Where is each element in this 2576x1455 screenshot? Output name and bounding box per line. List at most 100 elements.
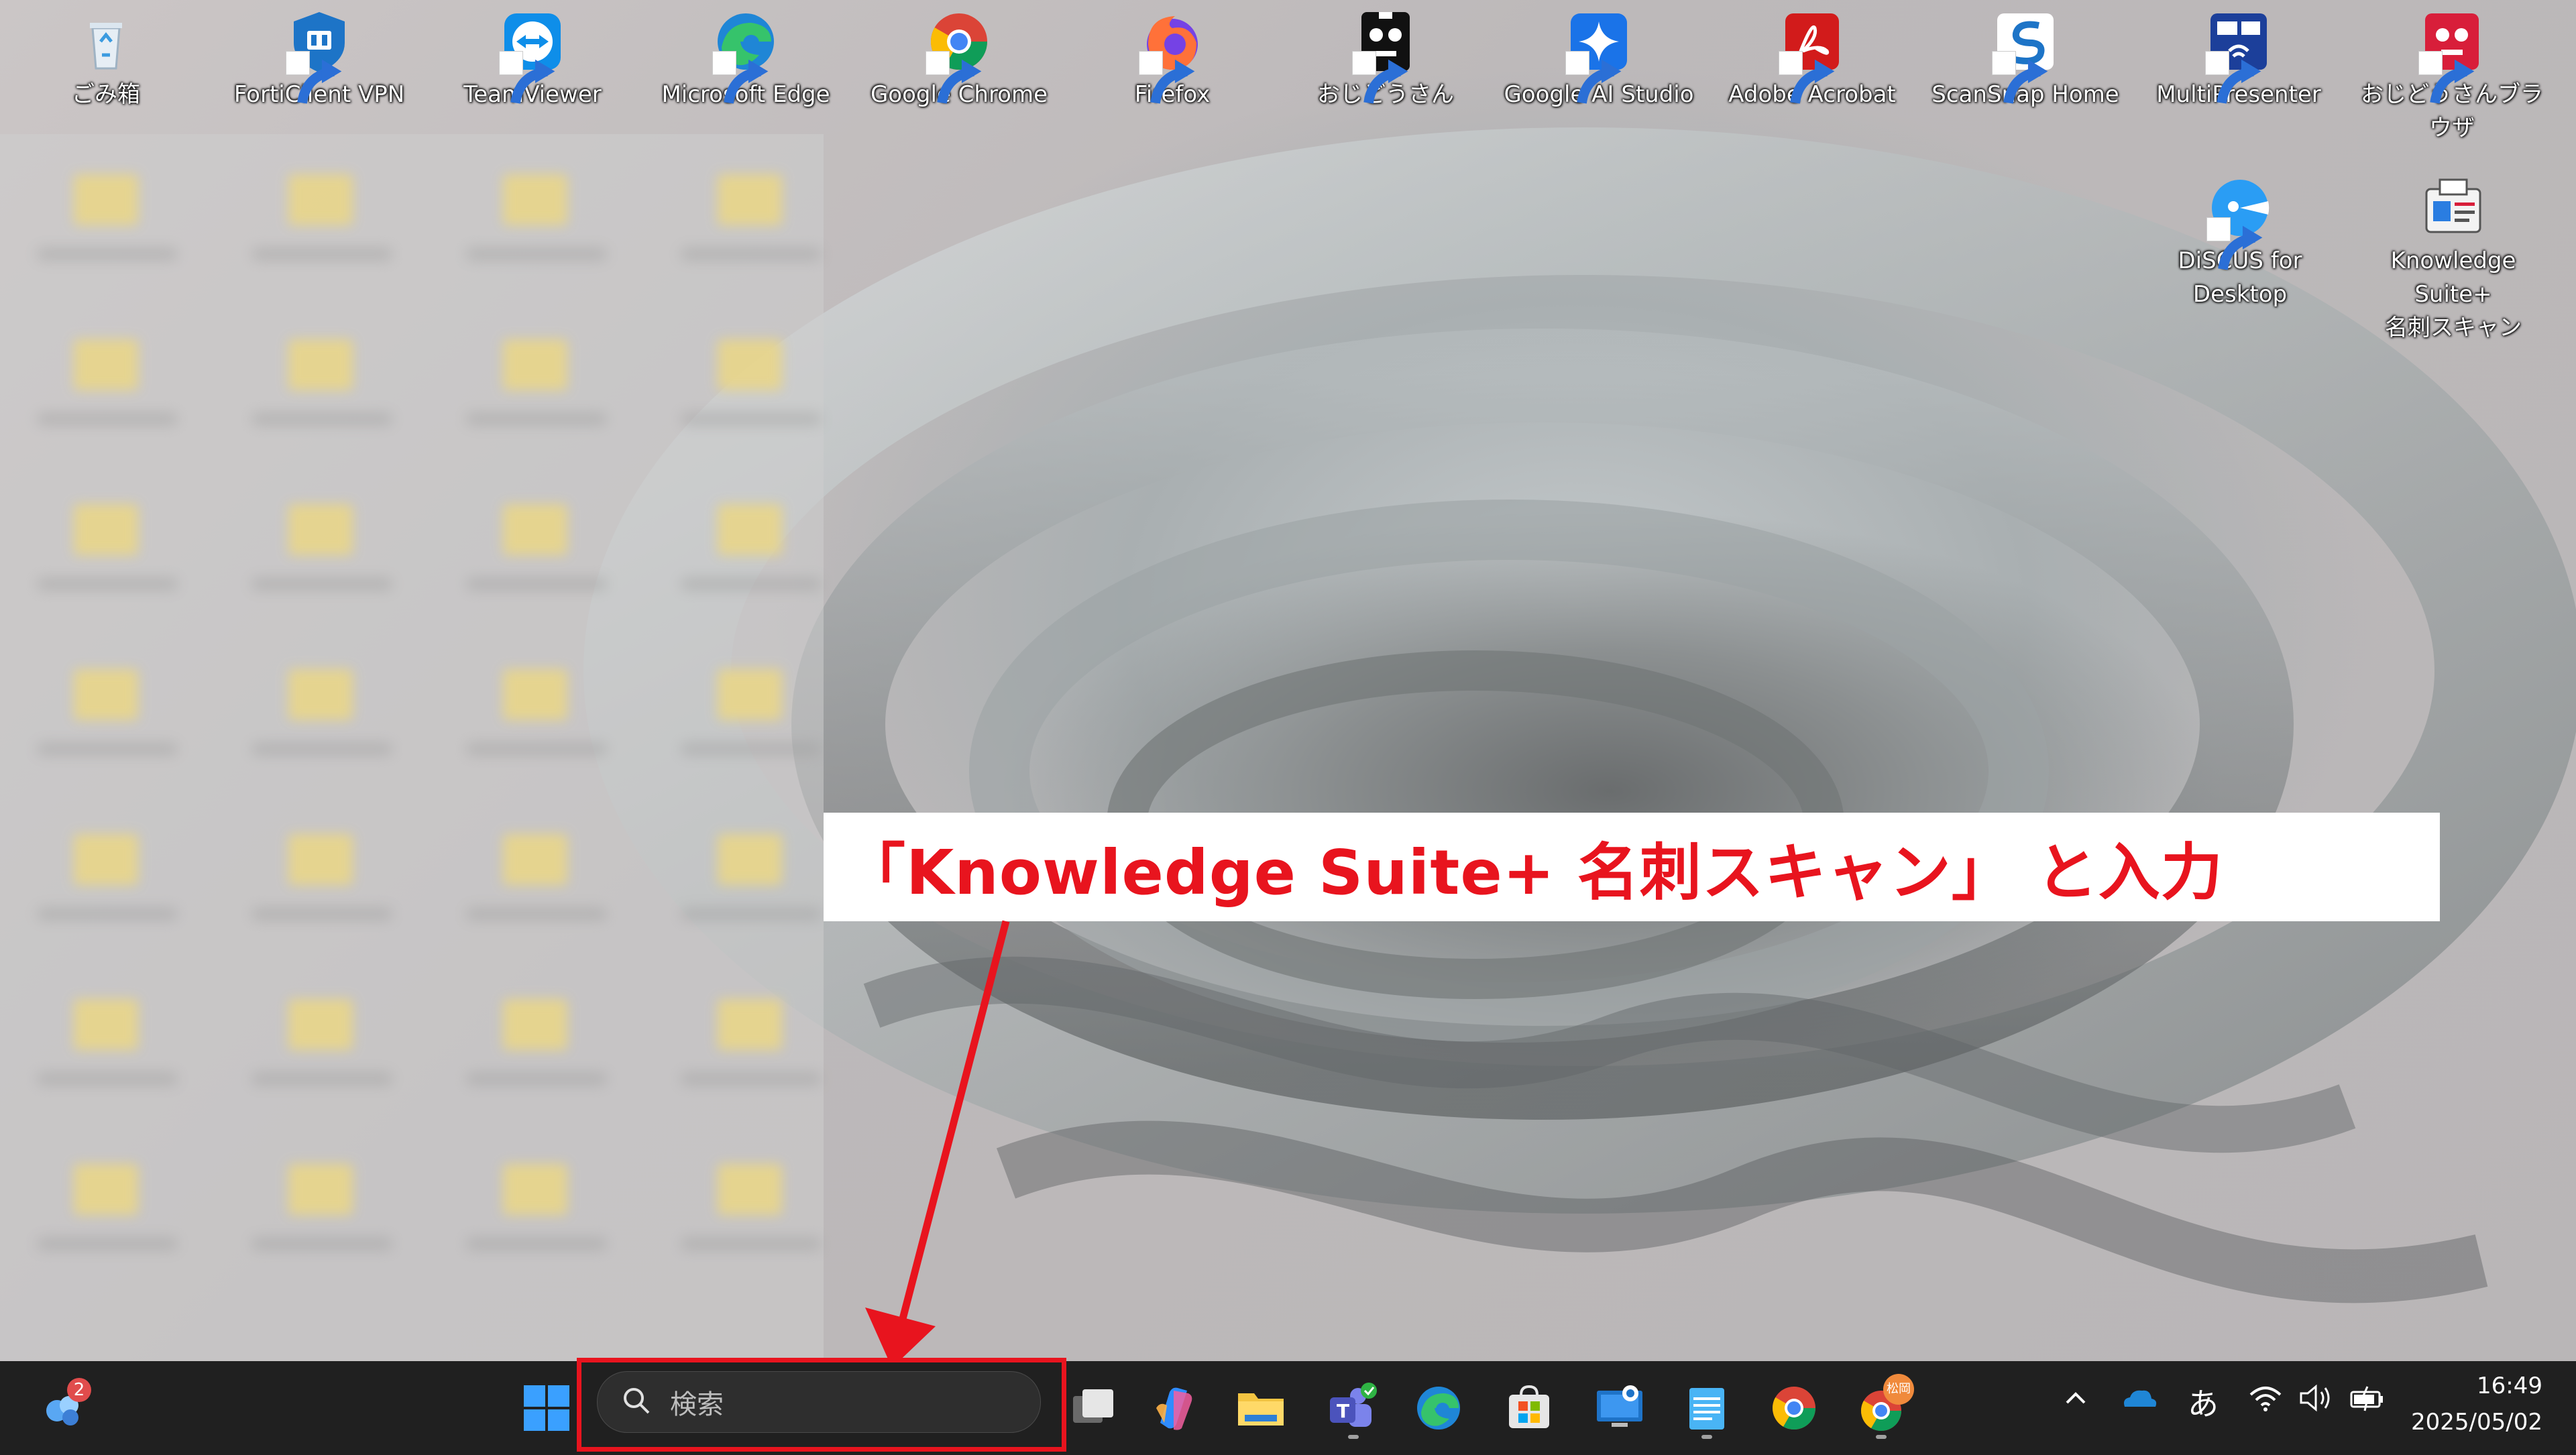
microsoft-store-icon[interactable]: [1499, 1378, 1559, 1438]
blurred-folder-label: [251, 413, 392, 425]
shortcut-arrow-icon: [1992, 51, 2048, 104]
knowledge-suite-meishi-scan-icon: [2420, 174, 2487, 241]
blurred-folder-label: [466, 743, 607, 755]
desktop-icon-label: ごみ箱: [72, 81, 140, 108]
shortcut-arrow-icon: [712, 51, 769, 104]
firefox-icon: [1139, 8, 1206, 104]
desktop-shortcut-microsoft-edge[interactable]: Microsoft Edge: [645, 8, 846, 111]
blurred-folder-icon: [288, 174, 353, 225]
remote-desktop-icon[interactable]: [1589, 1378, 1650, 1438]
desktop-shortcut-google-chrome[interactable]: Google Chrome: [858, 8, 1060, 111]
blurred-folder-icon: [503, 669, 567, 720]
ojidousan-browser-icon: [2418, 8, 2485, 104]
desktop-shortcut-recycle-bin[interactable]: ごみ箱: [5, 8, 207, 111]
blurred-folder-label: [37, 743, 178, 755]
blurred-folder-label: [466, 1238, 607, 1250]
clock-time: 16:49: [2477, 1373, 2542, 1399]
blurred-folder-icon: [503, 339, 567, 390]
ime-indicator[interactable]: あ: [2188, 1380, 2219, 1424]
chrome-running-indicator: [1876, 1435, 1887, 1439]
desktop-shortcut-ojidousan[interactable]: おじどうさん: [1285, 8, 1486, 111]
blurred-folder-icon: [288, 504, 353, 555]
desktop-shortcut-multipresenter[interactable]: MultiPresenter: [2138, 8, 2339, 111]
desktop-shortcut-teamviewer[interactable]: TeamViewer: [432, 8, 633, 111]
google-ai-studio-icon: [1565, 8, 1632, 104]
desktop-shortcut-firefox[interactable]: Firefox: [1072, 8, 1273, 111]
instruction-callout: 「Knowledge Suite+ 名刺スキャン」 と入力: [824, 813, 2440, 921]
blurred-folder-icon: [503, 174, 567, 225]
blurred-folder-icon: [718, 669, 782, 720]
teams-running-indicator: [1348, 1435, 1359, 1439]
shortcut-arrow-icon: [499, 51, 555, 104]
desktop-shortcut-discus-for-desktop[interactable]: DiSCUS for Desktop: [2139, 174, 2341, 311]
show-hidden-icons-chevron-icon[interactable]: [2059, 1381, 2092, 1422]
blurred-folder-label: [37, 1238, 178, 1250]
desktop-shortcut-adobe-acrobat[interactable]: Adobe Acrobat: [1712, 8, 1913, 111]
google-chrome-icon: [926, 8, 993, 104]
shortcut-arrow-icon: [2206, 217, 2263, 270]
desktop-shortcut-forticlient-vpn[interactable]: FortiClient VPN: [219, 8, 420, 111]
copilot-icon[interactable]: [1143, 1378, 1204, 1438]
blurred-folder-label: [466, 413, 607, 425]
blurred-folder-label: [251, 578, 392, 590]
chrome-profile-badge: 松岡: [1883, 1374, 1914, 1405]
blurred-folder-icon: [74, 999, 138, 1050]
blurred-folder-label: [681, 743, 822, 755]
blurred-folder-label: [251, 743, 392, 755]
start-button[interactable]: [516, 1378, 577, 1438]
blurred-folder-icon: [74, 1164, 138, 1215]
blurred-folder-icon: [288, 834, 353, 885]
battery-icon[interactable]: [2347, 1381, 2388, 1422]
chrome-icon[interactable]: [1764, 1378, 1824, 1438]
blurred-folder-label: [681, 1073, 822, 1085]
blurred-folder-icon: [718, 504, 782, 555]
blurred-folder-label: [37, 908, 178, 920]
onedrive-icon[interactable]: [2119, 1381, 2160, 1422]
desktop-icon-label: Knowledge Suite+ 名刺スキャン: [2385, 247, 2522, 341]
blurred-folder-icon: [718, 999, 782, 1050]
discus-for-desktop-icon: [2206, 174, 2274, 270]
blurred-folder-label: [466, 578, 607, 590]
desktop-shortcut-knowledge-suite-meishi-scan[interactable]: Knowledge Suite+ 名刺スキャン: [2353, 174, 2554, 345]
teams-icon[interactable]: T: [1321, 1378, 1382, 1438]
shortcut-arrow-icon: [2418, 51, 2475, 104]
blurred-folder-icon: [74, 174, 138, 225]
edge-icon[interactable]: [1408, 1378, 1469, 1438]
blurred-folder-label: [251, 908, 392, 920]
ojidousan-icon: [1352, 8, 1419, 104]
windows-logo-icon: [524, 1385, 569, 1431]
blurred-folder-label: [466, 908, 607, 920]
task-view-icon[interactable]: [1063, 1378, 1123, 1438]
shortcut-arrow-icon: [1139, 51, 1195, 104]
blurred-folder-label: [681, 248, 822, 260]
widgets-icon[interactable]: 2: [34, 1378, 94, 1438]
chrome-profile-icon[interactable]: 松岡: [1851, 1374, 1914, 1438]
blurred-folder-icon: [74, 669, 138, 720]
clock-date: 2025/05/02: [2411, 1409, 2542, 1436]
file-explorer-icon[interactable]: [1231, 1378, 1291, 1438]
desktop-shortcut-ojidousan-browser[interactable]: おじどうさんブラウザ: [2351, 8, 2553, 145]
desktop-shortcut-scansnap-home[interactable]: ScanSnap Home: [1925, 8, 2126, 111]
blurred-folder-icon: [288, 669, 353, 720]
shortcut-arrow-icon: [2205, 51, 2261, 104]
blurred-folder-label: [251, 1238, 392, 1250]
blurred-folder-icon: [503, 834, 567, 885]
instruction-text: 「Knowledge Suite+ 名刺スキャン」 と入力: [844, 836, 2223, 909]
forticlient-vpn-icon: [286, 8, 353, 104]
blurred-folder-icon: [288, 339, 353, 390]
notepad-icon[interactable]: [1677, 1378, 1737, 1438]
blurred-folder-label: [466, 1073, 607, 1085]
clock[interactable]: 16:49 2025/05/02: [2411, 1368, 2542, 1440]
volume-icon[interactable]: [2297, 1381, 2335, 1422]
blurred-folder-icon: [503, 504, 567, 555]
wifi-icon[interactable]: [2247, 1381, 2284, 1422]
blurred-folder-icon: [718, 339, 782, 390]
blurred-folder-icon: [718, 1164, 782, 1215]
desktop-shortcut-google-ai-studio[interactable]: Google AI Studio: [1498, 8, 1699, 111]
shortcut-arrow-icon: [926, 51, 982, 104]
svg-text:T: T: [1337, 1400, 1349, 1422]
blurred-folder-label: [681, 1238, 822, 1250]
blurred-folder-label: [681, 413, 822, 425]
blurred-folder-label: [466, 248, 607, 260]
blurred-folder-label: [37, 578, 178, 590]
